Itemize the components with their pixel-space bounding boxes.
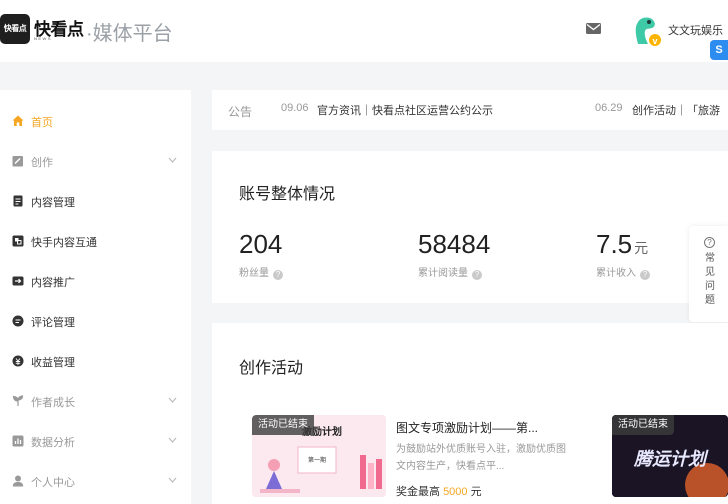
announcement-link[interactable]: 官方资讯｜快看点社区运营公约公示 — [317, 102, 493, 118]
stat-label: 累计收入 — [596, 268, 636, 279]
income-total: 7.5 元 — [596, 229, 648, 260]
prize-label: 奖金最高 — [396, 486, 440, 498]
chevron-down-icon — [168, 477, 177, 483]
sidebar-item-comments[interactable]: 评论管理 — [0, 302, 191, 342]
money-icon — [12, 355, 24, 367]
sidebar-item-home[interactable]: 首页 — [0, 102, 191, 142]
reads-count: 58484 — [418, 229, 490, 260]
chevron-down-icon — [168, 437, 177, 443]
announcement-date: 06.29 — [595, 102, 623, 114]
question-icon[interactable]: ? — [640, 270, 650, 280]
sidebar-item-label: 个人中心 — [31, 477, 75, 489]
reads-label: 累计阅读量? — [418, 264, 482, 280]
income-label: 累计收入? — [596, 264, 650, 280]
stat-value: 58484 — [418, 229, 491, 259]
logo-icon[interactable]: 快看点 — [0, 14, 30, 44]
home-icon — [12, 115, 24, 126]
promote-icon — [12, 276, 24, 286]
sidebar-item-label: 内容推广 — [31, 277, 75, 289]
sidebar-item-label: 评论管理 — [31, 317, 75, 329]
account-overview-panel: 账号整体情况 204 粉丝量? 58484 累计阅读量? 7.5 元 累计收入? — [212, 151, 728, 303]
sidebar-item-create[interactable]: 创作 — [0, 142, 191, 182]
comment-icon — [12, 315, 24, 327]
stat-value: 204 — [239, 229, 283, 259]
growth-icon — [12, 395, 24, 406]
sidebar-item-promotion[interactable]: 内容推广 — [0, 262, 191, 302]
sidebar-item-earnings[interactable]: 收益管理 — [0, 342, 191, 382]
logo-subtext: NEWS — [34, 36, 52, 41]
faq-label: 常见问题 — [705, 253, 715, 306]
verified-badge: v — [648, 33, 662, 47]
activity-title[interactable]: 图文专项激励计划——第... — [396, 419, 538, 436]
sidebar-item-kuaishou-sync[interactable]: 快手内容互通 — [0, 222, 191, 262]
chevron-down-icon — [168, 397, 177, 403]
section-title: 创作活动 — [239, 360, 304, 377]
faq-float-button[interactable]: ? 常见问题 — [689, 226, 728, 322]
stat-unit: 元 — [634, 240, 649, 256]
sidebar-item-label: 内容管理 — [31, 197, 75, 209]
sidebar-item-content-management[interactable]: 内容管理 — [0, 182, 191, 222]
activity-card-image[interactable]: 激励计划 第一期 活动已结束 — [252, 415, 386, 497]
activity-image-subtext: 第一期 — [308, 456, 326, 464]
chevron-down-icon — [168, 157, 177, 163]
sidebar: 首页 创作 内容管理 快手内容互通 内容推广 评论管理 收益管理 作者成长 数据… — [0, 90, 191, 504]
announcement-date: 09.06 — [281, 102, 309, 114]
activity-ended-tag: 活动已结束 — [612, 415, 674, 435]
creation-activities-panel: 创作活动 激励计划 第一期 活动已结束 图文专项激励计划——第... 为鼓励站外… — [212, 323, 728, 504]
prize-unit: 元 — [470, 486, 482, 498]
sidebar-item-label: 快手内容互通 — [31, 237, 97, 249]
user-icon — [12, 475, 24, 487]
edit-icon — [12, 156, 23, 167]
announcement-label: 公告 — [228, 105, 253, 119]
activity-card-image[interactable]: 腾运计划 活动已结束 — [612, 415, 728, 497]
activity-description: 为鼓励站外优质账号入驻，激励优质图文内容生产，快看点平... — [396, 444, 566, 472]
activity-image-text: 腾运计划 — [633, 449, 709, 470]
sidebar-item-label: 作者成长 — [31, 397, 75, 409]
activity-ended-tag: 活动已结束 — [252, 415, 314, 435]
stat-label: 累计阅读量 — [418, 268, 468, 279]
mail-icon[interactable] — [586, 23, 601, 34]
stat-value: 7.5 — [596, 229, 633, 259]
section-title: 账号整体情况 — [239, 186, 336, 203]
username[interactable]: 文文玩娱乐 — [668, 22, 723, 38]
prize-amount: 5000 — [443, 486, 468, 498]
platform-title: ·媒体平台 — [86, 23, 173, 45]
service-float-button[interactable]: S — [710, 40, 728, 60]
sidebar-item-label: 创作 — [31, 157, 53, 169]
question-circle-icon: ? — [704, 237, 715, 248]
fans-label: 粉丝量? — [239, 264, 283, 280]
activity-prize: 奖金最高 5000 元 — [396, 483, 482, 499]
sidebar-item-label: 首页 — [31, 117, 53, 129]
document-icon — [13, 195, 23, 207]
announcement-link[interactable]: 创作活动｜「旅游 — [632, 102, 720, 118]
sidebar-item-author-growth[interactable]: 作者成长 — [0, 382, 191, 422]
stat-label: 粉丝量 — [239, 268, 269, 279]
sidebar-item-data-analysis[interactable]: 数据分析 — [0, 422, 191, 462]
sidebar-item-label: 收益管理 — [31, 357, 75, 369]
fans-count: 204 — [239, 229, 282, 260]
sync-icon — [12, 235, 24, 247]
chart-icon — [12, 435, 24, 447]
question-icon[interactable]: ? — [273, 270, 283, 280]
announcement-bar: 公告 09.06 官方资讯｜快看点社区运营公约公示 06.29 创作活动｜「旅游 — [212, 90, 728, 130]
question-icon[interactable]: ? — [472, 270, 482, 280]
sidebar-item-personal-center[interactable]: 个人中心 — [0, 462, 191, 502]
sidebar-item-label: 数据分析 — [31, 437, 75, 449]
top-header: 快看点 快看点 NEWS ·媒体平台 v 文文玩娱乐 S — [0, 0, 728, 62]
